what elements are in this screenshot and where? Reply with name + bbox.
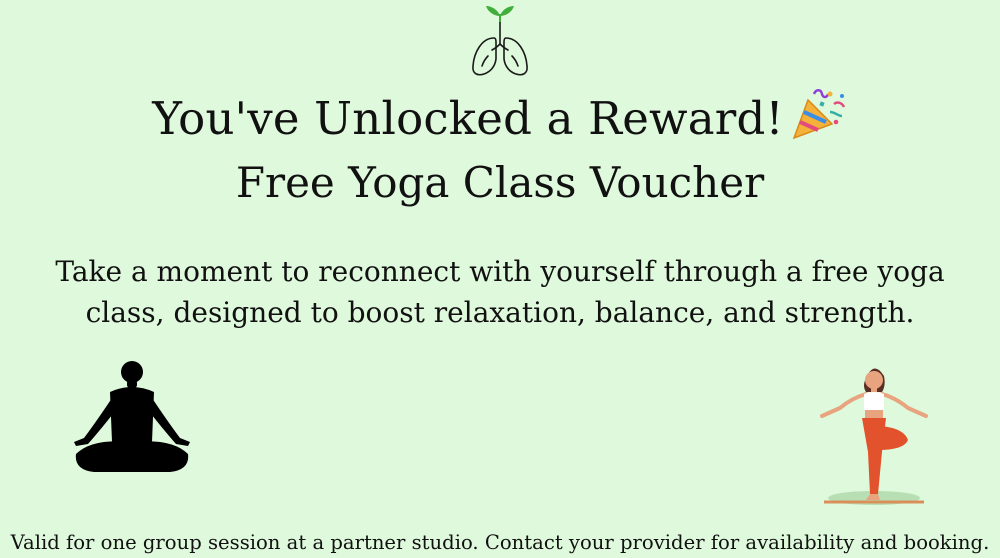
reward-headline: You've Unlocked a Reward!	[0, 86, 1000, 146]
voucher-terms: Valid for one group session at a partner…	[10, 531, 990, 554]
meditation-silhouette	[74, 361, 190, 472]
headline-text: You've Unlocked a Reward!	[152, 92, 784, 145]
lungs-sprout-icon	[472, 6, 528, 76]
party-popper-icon	[792, 89, 845, 140]
voucher-description: Take a moment to reconnect with yourself…	[55, 255, 945, 329]
tree-pose-illustration	[820, 368, 928, 505]
voucher-title: Free Yoga Class Voucher	[235, 158, 765, 207]
